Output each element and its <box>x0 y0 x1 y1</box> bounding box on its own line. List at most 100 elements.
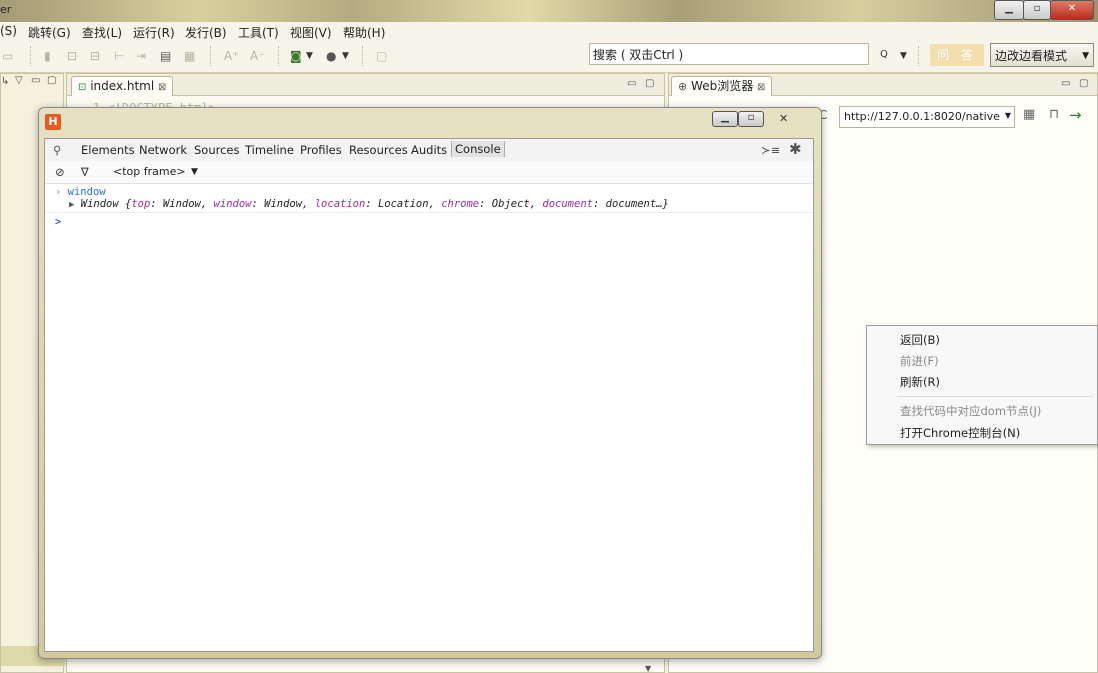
font-increase-icon[interactable]: A⁺ <box>224 49 239 63</box>
prop-key: location <box>314 198 366 210</box>
drawer-toggle-icon[interactable]: ≻≡ <box>761 143 780 157</box>
maximize-panel-icon[interactable]: ▢ <box>47 75 56 86</box>
close-icon[interactable]: ⊠ <box>757 82 765 93</box>
format-icon[interactable]: ▦ <box>184 49 195 63</box>
minimize-panel-icon[interactable]: ▭ <box>31 75 40 86</box>
globe-icon: ⊕ <box>678 80 688 93</box>
tab-timeline[interactable]: Timeline <box>245 143 294 157</box>
search-icon[interactable]: Q <box>880 49 888 60</box>
menu-item-run[interactable]: 运行(R) <box>133 24 175 41</box>
devtools-window: H ▁ ▫ ✕ ⚲ Elements Network Sources Timel… <box>38 107 822 659</box>
expand-triangle-icon[interactable]: ▶ <box>69 200 74 210</box>
menu-separator <box>897 396 1093 397</box>
indent-icon[interactable]: ⊡ <box>67 49 77 63</box>
link-editor-icon[interactable]: ↳ <box>1 76 9 87</box>
search-input[interactable]: 搜索 ( 双击Ctrl ) <box>589 43 869 65</box>
jump-icon[interactable]: ⇥ <box>136 49 146 63</box>
menu-item-refresh[interactable]: 刷新(R) <box>900 374 940 390</box>
chevron-down-icon[interactable]: ▼ <box>1005 111 1011 120</box>
tab-elements[interactable]: Elements <box>81 143 135 157</box>
maximize-panel-icon[interactable]: ▢ <box>645 78 654 89</box>
tab-profiles[interactable]: Profiles <box>300 143 342 157</box>
tab-audits[interactable]: Audits <box>411 143 447 157</box>
bookmark-icon[interactable]: ▮ <box>44 49 51 63</box>
ask-button[interactable]: 问 答 <box>930 44 984 66</box>
chevron-down-icon[interactable]: ▼ <box>900 51 907 61</box>
toolbar-separator <box>918 46 920 66</box>
console-result[interactable]: ▶ Window {top: Window, window: Window, l… <box>69 198 669 210</box>
menu-item-forward[interactable]: 前进(F) <box>900 353 939 369</box>
chevron-down-icon[interactable]: ▼ <box>342 51 349 61</box>
menu-item-find[interactable]: 查找(L) <box>82 24 122 41</box>
chevron-down-icon[interactable]: ▼ <box>306 51 313 61</box>
hbuilder-logo-icon: H <box>45 114 61 130</box>
filter-icon[interactable]: ∇ <box>81 165 89 179</box>
devtools-minimize-button[interactable]: ▁ <box>712 111 738 127</box>
editor-tab-bar: ⊡ index.html ⊠ ▭ ▢ <box>67 74 664 96</box>
menu-item-back[interactable]: 返回(B) <box>900 332 940 348</box>
mode-select-label: 边改边看模式 <box>995 49 1068 63</box>
run-icon[interactable]: ◙ <box>290 49 302 63</box>
go-arrow-icon[interactable]: → <box>1069 106 1082 124</box>
window-title: er <box>0 3 12 16</box>
comment-icon[interactable]: ▤ <box>160 49 171 63</box>
menu-item-publish[interactable]: 发行(B) <box>185 24 227 41</box>
minimize-panel-icon[interactable]: ▭ <box>1061 78 1070 89</box>
close-button[interactable]: ✕ <box>1050 0 1094 20</box>
console-output: › window ▶ Window {top: Window, window: … <box>45 183 813 651</box>
step-icon[interactable]: ⊢ <box>114 49 124 63</box>
font-decrease-icon[interactable]: A⁻ <box>250 49 265 63</box>
close-icon[interactable]: ⊠ <box>158 82 166 93</box>
gear-icon[interactable]: ✱ <box>789 140 802 158</box>
browser-tab[interactable]: ⊕ Web浏览器 ⊠ <box>671 76 773 96</box>
lock-icon[interactable]: ⊓ <box>1049 107 1059 122</box>
menu-item-s[interactable]: (S) <box>0 24 17 38</box>
devtools-content: ⚲ Elements Network Sources Timeline Prof… <box>44 138 814 652</box>
minimize-panel-icon[interactable]: ▭ <box>627 78 636 89</box>
devtools-maximize-button[interactable]: ▫ <box>738 111 764 127</box>
maximize-panel-icon[interactable]: ▢ <box>1079 78 1088 89</box>
menu-item-view[interactable]: 视图(V) <box>290 24 332 41</box>
console-toolbar: ⊘ ∇ <top frame> ▼ <box>45 161 813 184</box>
menu-item-tools[interactable]: 工具(T) <box>238 24 279 41</box>
menu-item-goto[interactable]: 跳转(G) <box>28 24 71 41</box>
minimize-button[interactable]: ▁ <box>994 0 1024 20</box>
prop-value: Location <box>377 198 429 210</box>
tab-sources[interactable]: Sources <box>194 143 240 157</box>
debug-icon[interactable]: ● <box>326 49 336 63</box>
tab-resources[interactable]: Resources <box>349 143 408 157</box>
prop-value: Window <box>264 198 303 210</box>
devtools-tab-bar: ⚲ Elements Network Sources Timeline Prof… <box>45 139 813 162</box>
clear-console-icon[interactable]: ⊘ <box>55 165 65 179</box>
outdent-icon[interactable]: ⊟ <box>90 49 100 63</box>
scroll-down-icon[interactable]: ▼ <box>645 664 651 673</box>
browser-tab-bar: ⊕ Web浏览器 ⊠ ▭ ▢ <box>669 74 1097 96</box>
view-menu-icon[interactable]: ▽ <box>15 75 23 86</box>
tab-network[interactable]: Network <box>139 143 187 157</box>
toolbar-icon-a[interactable]: ▭ <box>2 49 13 63</box>
menu-item-help[interactable]: 帮助(H) <box>343 24 385 41</box>
console-divider <box>45 212 813 213</box>
menu-item-open-chrome-console[interactable]: 打开Chrome控制台(N) <box>900 425 1020 441</box>
console-input-text: window <box>67 186 106 198</box>
console-prompt[interactable]: > <box>55 216 61 228</box>
menu-item-find-dom-node[interactable]: 查找代码中对应dom节点(J) <box>900 403 1041 419</box>
inspect-search-icon[interactable]: ⚲ <box>53 143 61 157</box>
prop-key: top <box>131 198 151 210</box>
tab-console[interactable]: Console <box>451 141 505 157</box>
editor-tab[interactable]: ⊡ index.html ⊠ <box>71 76 174 96</box>
qr-code-icon[interactable]: ▦ <box>1023 107 1035 122</box>
context-menu: 返回(B) 前进(F) 刷新(R) 查找代码中对应dom节点(J) 打开Chro… <box>866 325 1098 445</box>
devtools-close-button[interactable]: ✕ <box>779 112 788 125</box>
mode-select[interactable]: 边改边看模式 ▼ <box>990 43 1094 67</box>
browser-tab-label: Web浏览器 <box>691 79 754 93</box>
toolbar-separator <box>210 46 212 66</box>
restore-button[interactable]: ▫ <box>1023 0 1051 20</box>
menu-bar: (S) 跳转(G) 查找(L) 运行(R) 发行(B) 工具(T) 视图(V) … <box>0 22 1098 41</box>
frame-selector[interactable]: <top frame> <box>113 165 186 178</box>
chevron-down-icon[interactable]: ▼ <box>191 167 198 177</box>
prop-value: Window <box>162 198 201 210</box>
preview-icon[interactable]: ▢ <box>376 49 387 63</box>
chevron-down-icon: ▼ <box>1082 51 1089 61</box>
url-field[interactable]: http://127.0.0.1:8020/native ▼ <box>839 106 1015 128</box>
